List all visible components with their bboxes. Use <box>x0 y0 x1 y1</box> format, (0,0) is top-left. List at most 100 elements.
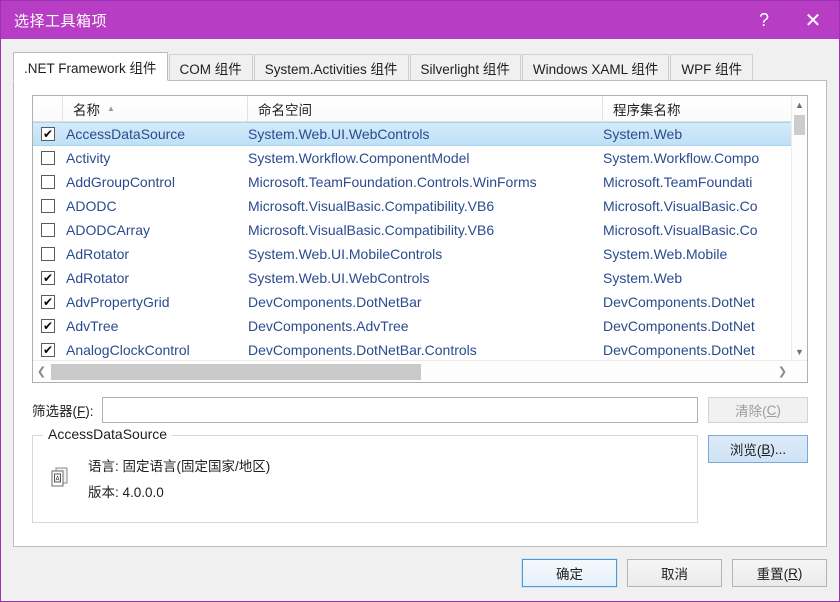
help-icon[interactable]: ? <box>741 1 787 39</box>
row-name: AnalogClockControl <box>66 342 190 358</box>
window-title: 选择工具箱项 <box>14 12 108 30</box>
reset-button-accesskey: R <box>788 565 798 581</box>
row-name: AdRotator <box>66 270 130 286</box>
horizontal-scroll-thumb[interactable] <box>51 364 421 380</box>
row-assembly: DevComponents.DotNet <box>603 342 755 358</box>
row-checkbox-cell[interactable] <box>33 175 63 189</box>
row-assembly: DevComponents.DotNet <box>603 294 755 310</box>
checkbox-checked-icon[interactable]: ✔ <box>41 127 55 141</box>
row-checkbox-cell[interactable]: ✔ <box>33 343 63 357</box>
row-namespace: DevComponents.DotNetBar.Controls <box>248 342 477 358</box>
browse-button[interactable]: 浏览(B)... <box>708 435 808 463</box>
component-version: 版本: 4.0.0.0 <box>88 485 164 500</box>
horizontal-scrollbar[interactable]: ❮ ❯ <box>33 360 807 382</box>
browse-button-accesskey: B <box>761 441 771 457</box>
row-namespace: Microsoft.VisualBasic.Compatibility.VB6 <box>248 198 495 214</box>
clear-button-accesskey: C <box>766 402 777 418</box>
scrollbar-corner <box>791 361 807 382</box>
tab-system-activities[interactable]: System.Activities 组件 <box>253 54 409 80</box>
table-row[interactable]: ✔ AdvTree DevComponents.AdvTree DevComponen… <box>33 314 791 338</box>
row-namespace: System.Workflow.ComponentModel <box>248 150 470 166</box>
row-namespace: DevComponents.AdvTree <box>248 318 409 334</box>
vertical-scroll-thumb[interactable] <box>794 115 805 135</box>
table-row[interactable]: ✔ AdRotator System.Web.UI.WebControls Syste… <box>33 266 791 290</box>
checkbox-unchecked-icon[interactable] <box>41 199 55 213</box>
clear-button-prefix: 清除( <box>735 404 767 419</box>
clear-button-suffix: ) <box>776 402 781 418</box>
tab-strip: .NET Framework 组件 COM 组件 System.Activiti… <box>13 52 827 81</box>
filter-input[interactable] <box>101 397 698 423</box>
tab-wpf[interactable]: WPF 组件 <box>670 54 754 80</box>
filter-row: 筛选器(F): <box>32 397 808 423</box>
checkbox-unchecked-icon[interactable] <box>41 151 55 165</box>
row-assembly: Microsoft.VisualBasic.Co <box>603 198 758 214</box>
title-bar-buttons: ? ✕ <box>741 1 839 39</box>
row-checkbox-cell[interactable]: ✔ <box>33 271 63 285</box>
row-namespace: System.Web.UI.WebControls <box>248 270 430 286</box>
row-checkbox-cell[interactable]: ✔ <box>33 127 63 141</box>
checkbox-checked-icon[interactable]: ✔ <box>41 271 55 285</box>
column-header-namespace[interactable]: 命名空间 <box>248 96 603 121</box>
table-row[interactable]: ✔ AdvPropertyGrid DevComponents.DotNetBar D… <box>33 290 791 314</box>
component-language: 语言: 固定语言(固定国家/地区) <box>88 459 271 474</box>
row-name: Activity <box>66 150 111 166</box>
tab-com[interactable]: COM 组件 <box>168 54 253 80</box>
row-checkbox-cell[interactable] <box>33 223 63 237</box>
table-row[interactable]: Activity System.Workflow.ComponentModel Sy… <box>33 146 791 170</box>
column-header-checkbox[interactable] <box>33 96 63 121</box>
row-checkbox-cell[interactable] <box>33 151 63 165</box>
row-namespace: DevComponents.DotNetBar <box>248 294 422 310</box>
clear-button[interactable]: 清除(C) <box>708 397 808 423</box>
tab-dotnet-framework[interactable]: .NET Framework 组件 <box>13 52 168 81</box>
list-header: 名称 ▲ 命名空间 程序集名称 <box>33 96 807 122</box>
row-checkbox-cell[interactable]: ✔ <box>33 319 63 333</box>
checkbox-unchecked-icon[interactable] <box>41 247 55 261</box>
row-checkbox-cell[interactable]: ✔ <box>33 295 63 309</box>
checkbox-checked-icon[interactable]: ✔ <box>41 319 55 333</box>
checkbox-checked-icon[interactable]: ✔ <box>41 295 55 309</box>
scroll-down-icon[interactable]: ▼ <box>792 343 807 360</box>
cancel-button[interactable]: 取消 <box>627 559 722 587</box>
table-row[interactable]: ✔ AccessDataSource System.Web.UI.WebContro… <box>33 122 791 146</box>
table-row[interactable]: AdRotator System.Web.UI.MobileControls Sys… <box>33 242 791 266</box>
reset-button-prefix: 重置( <box>756 567 789 582</box>
row-namespace: System.Web.UI.WebControls <box>248 126 430 142</box>
dialog-body: .NET Framework 组件 COM 组件 System.Activiti… <box>1 40 839 601</box>
column-header-name-label: 名称 <box>73 102 100 118</box>
filter-label-prefix: 筛选器( <box>32 404 77 419</box>
row-name: AccessDataSource <box>66 126 186 142</box>
column-header-name[interactable]: 名称 ▲ <box>63 96 248 121</box>
table-row[interactable]: ADODC Microsoft.VisualBasic.Compatibility… <box>33 194 791 218</box>
filter-label: 筛选器(F): <box>32 400 94 420</box>
vertical-scrollbar[interactable]: ▲ ▼ <box>791 96 807 360</box>
checkbox-unchecked-icon[interactable] <box>41 223 55 237</box>
components-list[interactable]: 名称 ▲ 命名空间 程序集名称 ✔ AccessDataSource System.… <box>32 95 808 383</box>
row-checkbox-cell[interactable] <box>33 247 63 261</box>
row-name: ADODCArray <box>66 222 151 238</box>
tab-silverlight[interactable]: Silverlight 组件 <box>409 54 521 80</box>
tab-page: 名称 ▲ 命名空间 程序集名称 ✔ AccessDataSource System.… <box>13 80 827 547</box>
row-name: AddGroupControl <box>66 174 175 190</box>
table-row[interactable]: ADODCArray Microsoft.VisualBasic.Compatib… <box>33 218 791 242</box>
component-info-lines: 语言: 固定语言(固定国家/地区) 版本: 4.0.0.0 <box>88 454 270 506</box>
checkbox-unchecked-icon[interactable] <box>41 175 55 189</box>
row-checkbox-cell[interactable] <box>33 199 63 213</box>
dialog-footer: 确定 取消 重置(R) <box>522 559 827 587</box>
table-row[interactable]: ✔ AnalogClockControl DevComponents.DotNetB… <box>33 338 791 360</box>
browse-button-suffix: )... <box>770 441 787 457</box>
row-name: AdRotator <box>66 246 130 262</box>
scroll-left-icon[interactable]: ❮ <box>33 361 50 382</box>
column-header-assembly-label: 程序集名称 <box>613 102 681 118</box>
checkbox-checked-icon[interactable]: ✔ <box>41 343 55 357</box>
assembly-icon: A <box>47 464 73 490</box>
row-assembly: Microsoft.VisualBasic.Co <box>603 222 758 238</box>
column-header-assembly[interactable]: 程序集名称 <box>603 96 807 121</box>
list-rows: ✔ AccessDataSource System.Web.UI.WebContro… <box>33 122 791 360</box>
tab-windows-xaml[interactable]: Windows XAML 组件 <box>521 54 670 80</box>
close-icon[interactable]: ✕ <box>787 1 839 39</box>
ok-button[interactable]: 确定 <box>522 559 617 587</box>
scroll-right-icon[interactable]: ❯ <box>774 361 791 382</box>
table-row[interactable]: AddGroupControl Microsoft.TeamFoundation.… <box>33 170 791 194</box>
scroll-up-icon[interactable]: ▲ <box>792 96 807 113</box>
reset-button[interactable]: 重置(R) <box>732 559 827 587</box>
